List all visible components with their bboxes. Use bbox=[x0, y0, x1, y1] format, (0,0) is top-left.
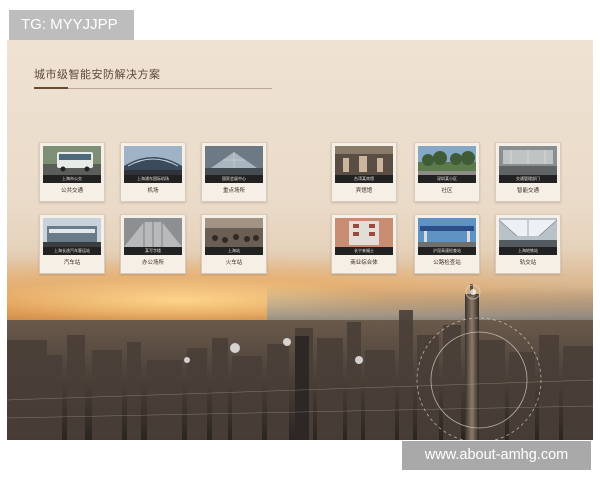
tile-label: 机场 bbox=[147, 188, 159, 194]
tile-caption: 上海站 bbox=[205, 247, 263, 255]
heading-accent-bar bbox=[34, 87, 68, 89]
tile-caption: 某写字楼 bbox=[124, 247, 182, 255]
heading-divider bbox=[34, 88, 272, 89]
tile-label: 轨交站 bbox=[519, 260, 537, 266]
traffic-photo bbox=[499, 146, 557, 175]
community-photo bbox=[418, 146, 476, 175]
screenshot: 城市级智能安防解决方案 上海市公交 公共交通 上海浦东国际机场 机场 国家会展中… bbox=[0, 0, 600, 480]
scene-tile-highway-checkpoint: 沪昆高速检查站 公路检查站 bbox=[414, 214, 480, 274]
tile-label: 商业综合体 bbox=[350, 260, 378, 266]
tile-caption: 沪昆高速检查站 bbox=[418, 247, 476, 255]
scene-tile-hotel: 台湾某宾馆 宾馆馆 bbox=[331, 142, 397, 202]
scene-tile-smart-traffic: 交通管理部门 智能交通 bbox=[495, 142, 561, 202]
metro-photo bbox=[499, 218, 557, 247]
tile-label: 汽车站 bbox=[63, 260, 81, 266]
watermark-url: www.about-amhg.com bbox=[402, 441, 591, 470]
mall-photo bbox=[335, 218, 393, 247]
scene-tile-commercial-complex: 长宁来福士 商业综合体 bbox=[331, 214, 397, 274]
exhibition-photo bbox=[205, 146, 263, 175]
slide-heading: 城市级智能安防解决方案 bbox=[34, 68, 161, 81]
city-skyline-image bbox=[7, 284, 593, 440]
hotel-photo bbox=[335, 146, 393, 175]
tile-label: 宾馆馆 bbox=[355, 188, 373, 194]
scene-tile-public-transit: 上海市公交 公共交通 bbox=[39, 142, 105, 202]
tile-label: 智能交通 bbox=[516, 188, 539, 194]
scene-tile-key-venues: 国家会展中心 重点场所 bbox=[201, 142, 267, 202]
tile-label: 办公场所 bbox=[141, 260, 164, 266]
tile-caption: 上海地铁站 bbox=[499, 247, 557, 255]
coach-station-photo bbox=[43, 218, 101, 247]
scene-tile-metro-station: 上海地铁站 轨交站 bbox=[495, 214, 561, 274]
train-station-photo bbox=[205, 218, 263, 247]
tile-caption: 上海长途汽车客运站 bbox=[43, 247, 101, 255]
tile-caption: 长宁来福士 bbox=[335, 247, 393, 255]
scene-tile-airport: 上海浦东国际机场 机场 bbox=[120, 142, 186, 202]
tile-caption: 国家会展中心 bbox=[205, 175, 263, 183]
checkpoint-photo bbox=[418, 218, 476, 247]
tile-label: 公共交通 bbox=[60, 188, 83, 194]
airport-photo bbox=[124, 146, 182, 175]
tile-label: 火车站 bbox=[225, 260, 243, 266]
office-photo bbox=[124, 218, 182, 247]
tile-caption: 台湾某宾馆 bbox=[335, 175, 393, 183]
bus-photo bbox=[43, 146, 101, 175]
tile-label: 社区 bbox=[441, 188, 453, 194]
scene-tile-community: 深圳某小区 社区 bbox=[414, 142, 480, 202]
watermark-tg-id: TG: MYYJJPP bbox=[9, 10, 134, 40]
tile-label: 重点场所 bbox=[222, 188, 245, 194]
scene-tile-office: 某写字楼 办公场所 bbox=[120, 214, 186, 274]
tile-caption: 深圳某小区 bbox=[418, 175, 476, 183]
tile-caption: 交通管理部门 bbox=[499, 175, 557, 183]
scene-tile-coach-station: 上海长途汽车客运站 汽车站 bbox=[39, 214, 105, 274]
tile-caption: 上海浦东国际机场 bbox=[124, 175, 182, 183]
tile-caption: 上海市公交 bbox=[43, 175, 101, 183]
tile-label: 公路检查站 bbox=[433, 260, 461, 266]
solution-slide: 城市级智能安防解决方案 上海市公交 公共交通 上海浦东国际机场 机场 国家会展中… bbox=[7, 40, 593, 440]
scene-tile-train-station: 上海站 火车站 bbox=[201, 214, 267, 274]
